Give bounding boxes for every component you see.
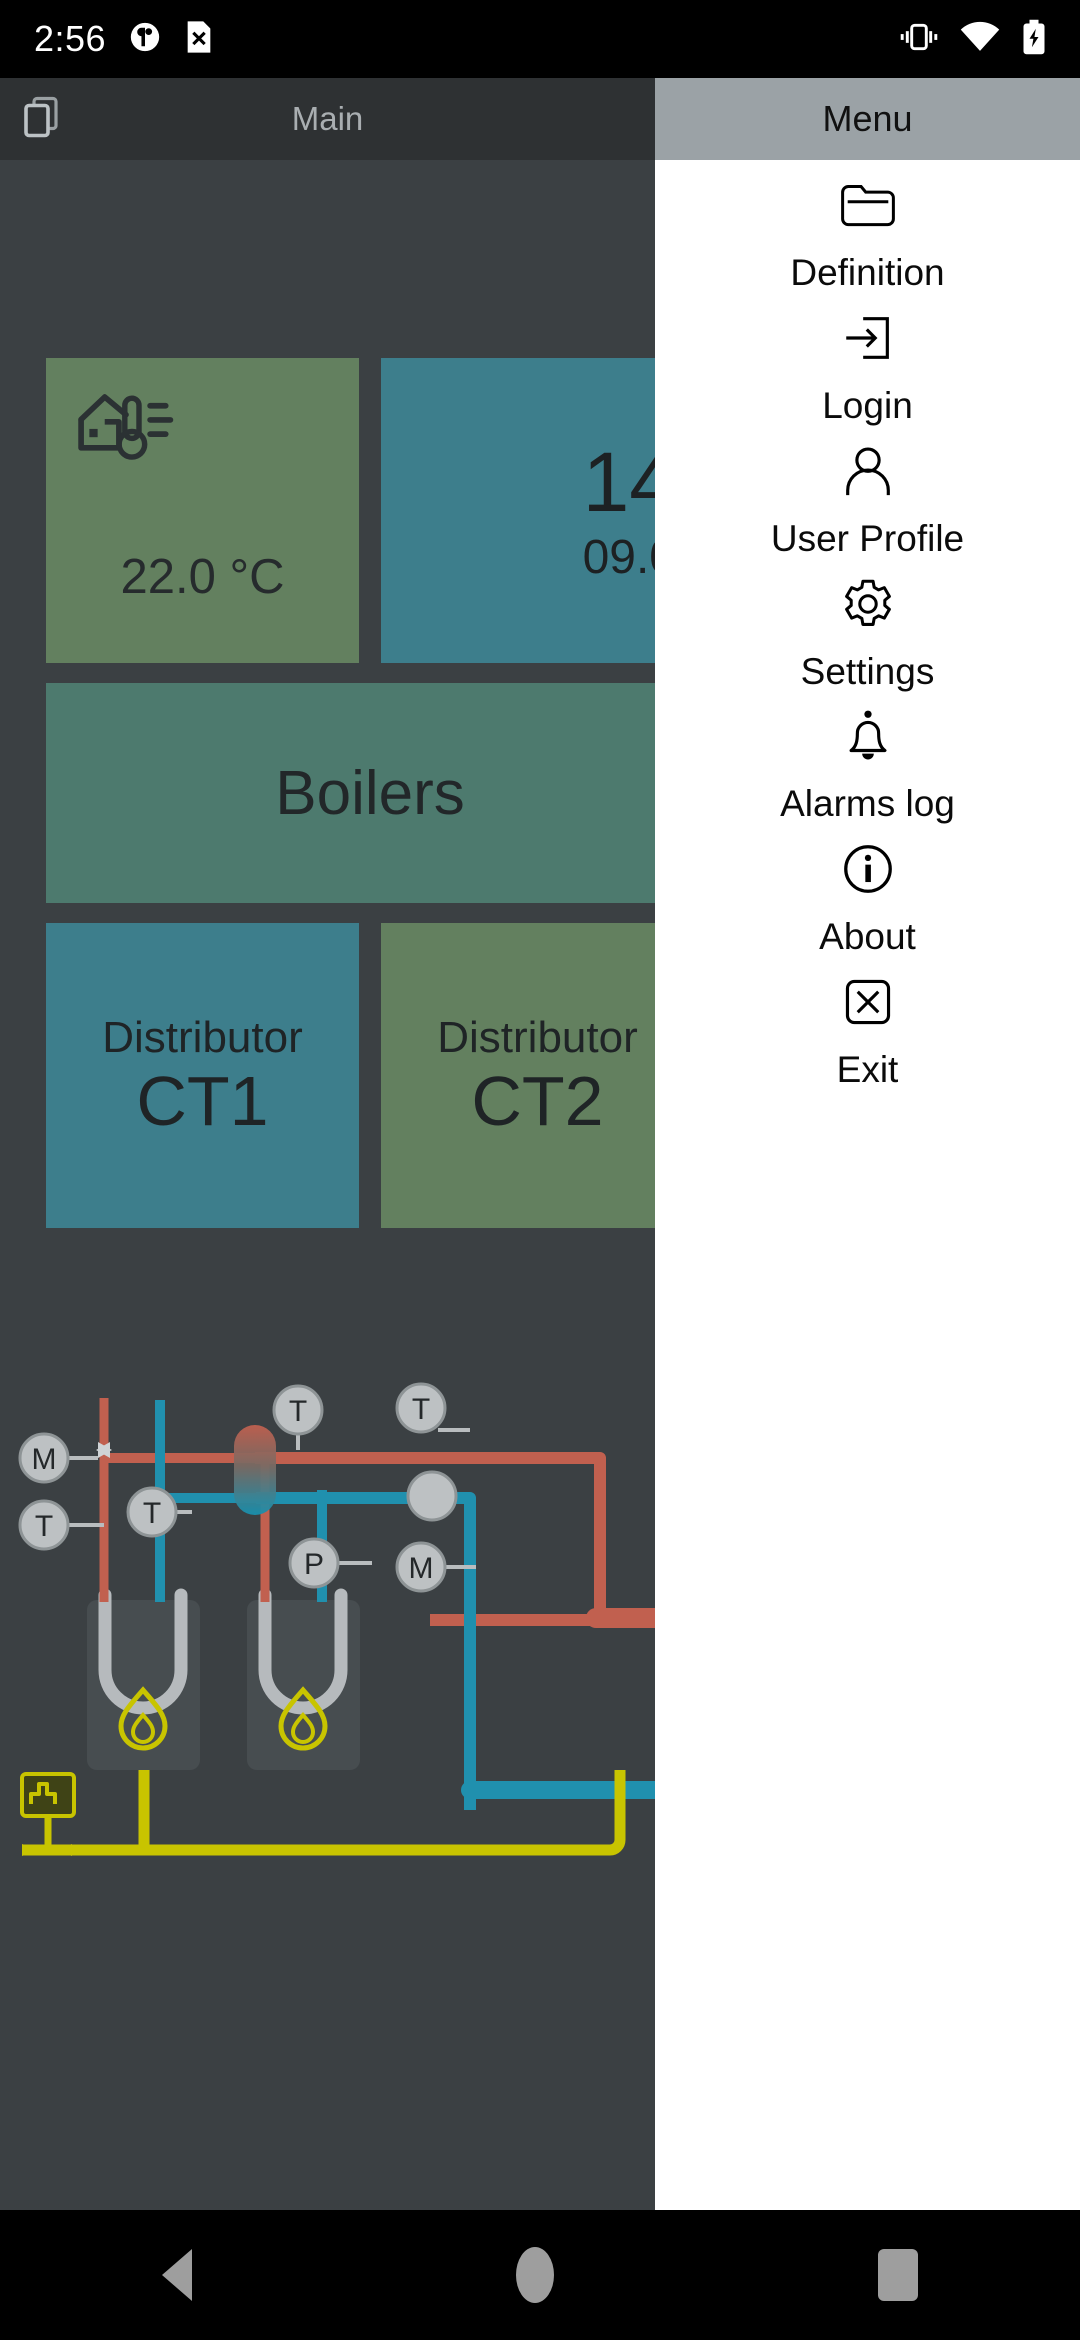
home-button[interactable] (516, 2247, 554, 2303)
do-not-disturb-icon (128, 20, 162, 59)
sensor-t-1: T (18, 1499, 70, 1551)
tile-boilers[interactable]: Boilers (46, 683, 694, 903)
gear-icon (839, 573, 897, 635)
battery-charging-icon (1022, 19, 1046, 60)
tile-boilers-label: Boilers (275, 758, 465, 828)
svg-text:T: T (289, 1395, 307, 1428)
sensor-t-3: T (272, 1384, 324, 1436)
tile-ct2-top-label: Distributor (437, 1012, 638, 1062)
info-icon (839, 838, 897, 900)
sensor-m-1: M (18, 1432, 70, 1484)
menu-drawer: Definition Login User Profile Settings A… (655, 160, 1080, 2210)
status-bar: 2:56 (0, 0, 1080, 78)
tile-ct2-bottom-label: CT2 (471, 1061, 604, 1140)
login-icon (839, 307, 897, 369)
folder-icon (838, 174, 898, 236)
svg-text:P: P (304, 1548, 324, 1581)
house-thermometer-icon (74, 384, 178, 467)
sensor-t-2: T (126, 1486, 178, 1538)
menu-item-alarms-log[interactable]: Alarms log (655, 691, 1080, 824)
tile-distributor-ct1[interactable]: Distributor CT1 (46, 923, 359, 1228)
person-icon (839, 440, 897, 502)
bell-icon (839, 705, 897, 767)
menu-item-alarms-log-label: Alarms log (780, 783, 955, 825)
app-bar: Main Menu (0, 78, 1080, 160)
menu-item-exit-label: Exit (836, 1049, 899, 1091)
tab-menu[interactable]: Menu (655, 78, 1080, 160)
tab-main[interactable]: Main (0, 78, 655, 160)
svg-text:M: M (409, 1552, 434, 1585)
menu-item-about-label: About (819, 916, 916, 958)
tile-indoor-temperature[interactable]: 22.0 °C (46, 358, 359, 663)
menu-item-user-profile[interactable]: User Profile (655, 426, 1080, 559)
svg-text:T: T (35, 1510, 53, 1543)
svg-text:M: M (32, 1443, 57, 1476)
menu-item-settings-label: Settings (800, 650, 935, 692)
sensor-partial-right (406, 1470, 458, 1522)
menu-tab-label: Menu (822, 98, 913, 139)
phone-screen: 2:56 Main Menu 22.0 °C 14 09.0 Boilers D… (0, 0, 1080, 2340)
menu-item-login-label: Login (822, 384, 913, 426)
close-box-icon (840, 971, 896, 1033)
pages-icon[interactable] (18, 93, 66, 146)
sensor-m-2: M (395, 1541, 447, 1593)
sim-card-missing-icon (184, 20, 214, 59)
menu-item-exit[interactable]: Exit (655, 957, 1080, 1090)
tile-ct1-top-label: Distributor (102, 1012, 303, 1062)
menu-item-login[interactable]: Login (655, 293, 1080, 426)
back-button[interactable] (162, 2249, 192, 2301)
menu-item-definition-label: Definition (790, 252, 945, 293)
gas-meter-icon (20, 1772, 76, 1818)
status-bar-clock: 2:56 (34, 18, 107, 59)
sensor-p-1: P (288, 1537, 340, 1589)
recents-button[interactable] (878, 2249, 918, 2301)
android-nav-bar (0, 2210, 1080, 2340)
vibrate-mode-icon (900, 20, 938, 59)
svg-text:T: T (412, 1393, 430, 1426)
tile-ct1-bottom-label: CT1 (136, 1061, 269, 1140)
menu-item-about[interactable]: About (655, 824, 1080, 957)
svg-text:T: T (143, 1497, 161, 1530)
sensor-t-4: T (395, 1382, 447, 1434)
tile-temperature-value: 22.0 °C (120, 550, 285, 604)
status-bar-right (900, 19, 1046, 60)
menu-item-definition[interactable]: Definition (655, 160, 1080, 293)
status-bar-left: 2:56 (34, 18, 214, 60)
menu-item-settings[interactable]: Settings (655, 559, 1080, 692)
buffer-tank (234, 1425, 276, 1515)
main-tab-label: Main (291, 100, 364, 137)
menu-item-user-profile-label: User Profile (770, 517, 965, 559)
tile-distributor-ct2[interactable]: Distributor CT2 (381, 923, 694, 1228)
wifi-icon (960, 21, 1000, 58)
tile-clock-date[interactable]: 14 09.0 (381, 358, 694, 663)
